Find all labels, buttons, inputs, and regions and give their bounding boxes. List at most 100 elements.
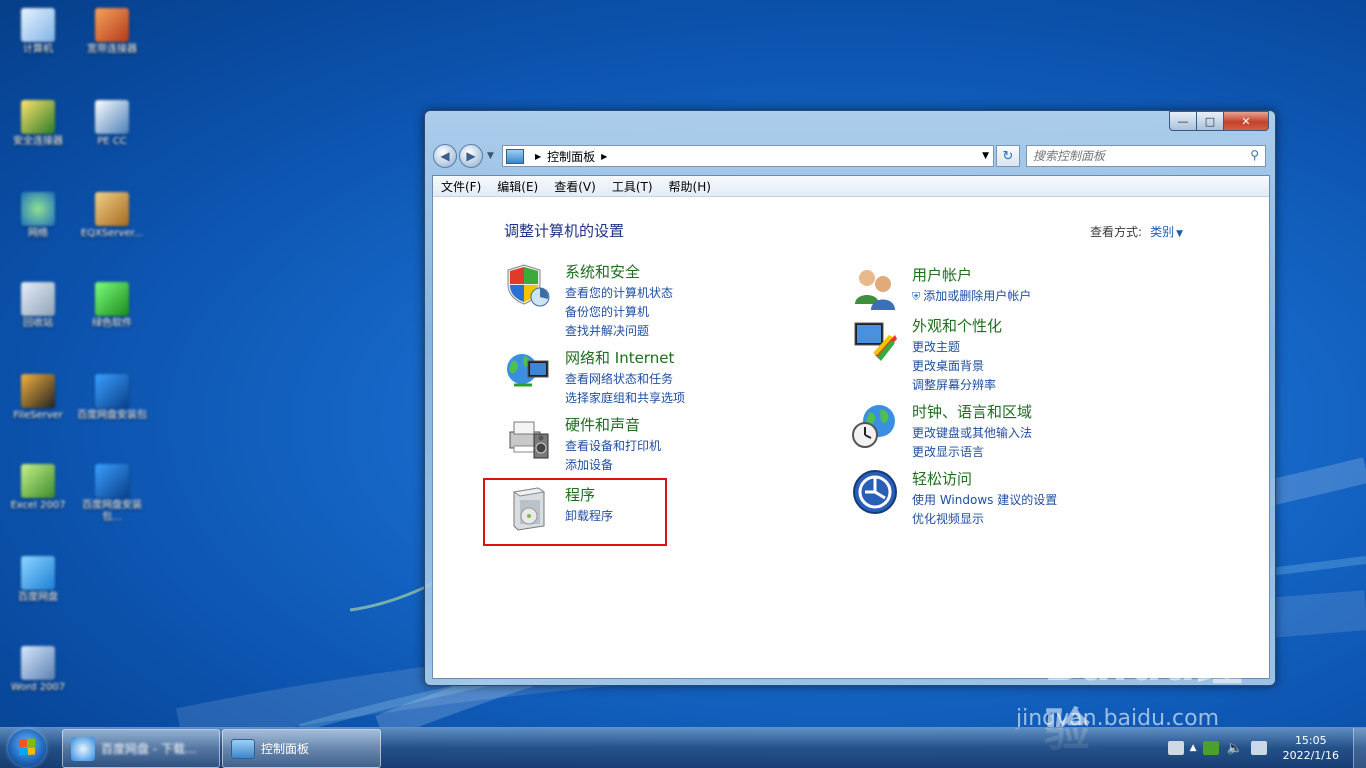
task-link[interactable]: 添加设备 — [565, 456, 661, 475]
control-panel-window: — □ ✕ ◀ ▶ ▼ ▶ 控制面板 ▶ ▼ ↻ ⚲ 文件(F) 编辑(E) 查… — [424, 110, 1276, 686]
taskbar-item-label: 控制面板 — [261, 742, 310, 756]
category-title[interactable]: 时钟、语言和区域 — [912, 401, 1032, 422]
close-button[interactable]: ✕ — [1223, 111, 1269, 131]
category-title[interactable]: 硬件和声音 — [565, 414, 640, 435]
search-box: ⚲ — [1026, 145, 1266, 167]
breadcrumb-control-panel[interactable]: 控制面板 — [547, 148, 595, 165]
taskbar-item-baidu-netdisk[interactable]: 百度网盘 - 下载... — [62, 729, 220, 768]
category-clock-language-region: 时钟、语言和区域 更改键盘或其他输入法 更改显示语言 — [851, 401, 1211, 461]
desktop-icon-app-5[interactable]: 绿色软件 — [77, 278, 147, 358]
desktop-icon-app-6[interactable]: FileServer — [3, 370, 73, 450]
nvidia-icon[interactable] — [1202, 741, 1219, 755]
desktop-icon-app-2[interactable]: 安全连接器 — [3, 96, 73, 176]
task-link[interactable]: 使用 Windows 建议的设置 — [912, 491, 1057, 510]
menu-tools[interactable]: 工具(T) — [604, 178, 661, 195]
desktop-icon-app-1[interactable]: 宽带连接器 — [77, 4, 147, 84]
category-title[interactable]: 外观和个性化 — [912, 315, 1002, 336]
taskbar: 百度网盘 - 下载... 控制面板 ▲ 🔈 15:05 2022/1/16 — [0, 727, 1366, 768]
menu-bar: 文件(F) 编辑(E) 查看(V) 工具(T) 帮助(H) — [433, 176, 1269, 197]
task-link[interactable]: 查看设备和打印机 — [565, 437, 661, 456]
breadcrumb-separator-icon[interactable]: ▶ — [601, 152, 607, 161]
desktop-icon-computer[interactable]: 计算机 — [3, 4, 73, 84]
task-link[interactable]: 更改键盘或其他输入法 — [912, 424, 1032, 443]
recent-pages-dropdown-icon[interactable]: ▼ — [487, 151, 494, 161]
task-link[interactable]: ⛨ 添加或删除用户帐户 — [912, 287, 1031, 306]
control-panel-content: 文件(F) 编辑(E) 查看(V) 工具(T) 帮助(H) 调整计算机的设置 查… — [432, 175, 1270, 679]
search-input[interactable] — [1027, 148, 1245, 164]
user-accounts-icon — [855, 270, 895, 310]
baidu-netdisk-icon — [71, 736, 95, 761]
task-link[interactable]: 查找并解决问题 — [565, 322, 673, 341]
task-link[interactable]: 选择家庭组和共享选项 — [565, 389, 685, 408]
close-icon: ✕ — [1241, 114, 1251, 128]
task-link[interactable]: 更改主题 — [912, 338, 996, 357]
ease-of-access-icon — [853, 470, 897, 514]
task-link[interactable]: 备份您的计算机 — [565, 303, 673, 322]
desktop-icon-app-11[interactable]: Word 2007 — [3, 642, 73, 722]
category-user-accounts: 用户帐户 ⛨ 添加或删除用户帐户 — [851, 264, 1211, 314]
network-status-icon[interactable] — [1250, 741, 1267, 755]
maximize-button[interactable]: □ — [1196, 111, 1223, 131]
windows-logo-icon — [19, 738, 35, 756]
window-controls: — □ ✕ — [1169, 111, 1269, 131]
page-title: 调整计算机的设置 — [504, 222, 625, 240]
menu-view[interactable]: 查看(V) — [546, 178, 604, 195]
start-button[interactable] — [8, 729, 46, 767]
appearance-monitor-icon — [854, 322, 897, 361]
task-link[interactable]: 更改桌面背景 — [912, 357, 996, 376]
task-link[interactable]: 优化视频显示 — [912, 510, 1057, 529]
category-hardware-sound: 硬件和声音 查看设备和打印机 添加设备 — [504, 414, 804, 474]
view-by: 查看方式: 类别 ▼ — [1090, 223, 1183, 240]
category-network-internet: 网络和 Internet 查看网络状态和任务 选择家庭组和共享选项 — [504, 347, 804, 407]
volume-icon[interactable]: 🔈 — [1227, 741, 1243, 756]
refresh-icon: ↻ — [1002, 148, 1014, 164]
printer-speaker-icon — [509, 421, 549, 459]
category-system-security: 系统和安全 查看您的计算机状态 备份您的计算机 查找并解决问题 — [504, 261, 804, 341]
menu-help[interactable]: 帮助(H) — [661, 178, 719, 195]
desktop-icon-app-4[interactable]: EQXServer... — [77, 188, 147, 268]
category-title[interactable]: 轻松访问 — [912, 468, 972, 489]
desktop-icon-recycle-bin[interactable]: 回收站 — [3, 278, 73, 358]
category-title[interactable]: 系统和安全 — [565, 261, 640, 282]
category-title[interactable]: 网络和 Internet — [565, 347, 674, 368]
back-arrow-icon: ◀ — [440, 149, 450, 163]
network-globe-icon — [507, 354, 549, 387]
view-by-selector[interactable]: 类别 — [1150, 225, 1174, 239]
desktop-icon-app-9[interactable]: 百度网盘安装包... — [77, 460, 147, 540]
back-button[interactable]: ◀ — [433, 144, 457, 168]
taskbar-item-control-panel[interactable]: 控制面板 — [222, 729, 381, 768]
task-link[interactable]: 查看网络状态和任务 — [565, 370, 685, 389]
task-link[interactable]: 查看您的计算机状态 — [565, 284, 673, 303]
refresh-button[interactable]: ↻ — [996, 145, 1020, 167]
menu-file[interactable]: 文件(F) — [433, 178, 489, 195]
task-link[interactable]: 调整屏幕分辨率 — [912, 376, 996, 395]
address-dropdown-icon[interactable]: ▼ — [982, 151, 989, 161]
category-title[interactable]: 用户帐户 — [912, 264, 972, 285]
forward-button[interactable]: ▶ — [459, 144, 483, 168]
forward-arrow-icon: ▶ — [466, 149, 476, 163]
breadcrumb-separator-icon[interactable]: ▶ — [535, 152, 541, 161]
desktop-icon-app-7[interactable]: 百度网盘安装包 — [77, 370, 147, 450]
desktop-icon-app-8[interactable]: Excel 2007 — [3, 460, 73, 540]
uac-shield-icon: ⛨ — [912, 290, 921, 303]
view-by-dropdown-icon[interactable]: ▼ — [1176, 229, 1183, 239]
desktop-icon-app-3[interactable]: PE CC — [77, 96, 147, 176]
maximize-icon: □ — [1204, 114, 1216, 128]
tray-expand-icon[interactable]: ▲ — [1190, 743, 1197, 753]
address-bar[interactable]: ▶ 控制面板 ▶ ▼ — [502, 145, 994, 167]
category-appearance: 外观和个性化 更改主题 更改桌面背景 调整屏幕分辨率 — [851, 315, 1211, 395]
task-link[interactable]: 更改显示语言 — [912, 443, 1032, 462]
desktop-icon-app-10[interactable]: 百度网盘 — [3, 552, 73, 632]
keyboard-icon[interactable] — [1167, 741, 1184, 755]
control-panel-icon — [506, 148, 524, 164]
minimize-button[interactable]: — — [1169, 111, 1196, 131]
search-icon[interactable]: ⚲ — [1250, 148, 1259, 162]
desktop-icon-network[interactable]: 网络 — [3, 188, 73, 268]
control-panel-icon — [231, 738, 255, 759]
clock-globe-icon — [852, 405, 895, 448]
show-desktop-button[interactable] — [1353, 728, 1366, 768]
menu-edit[interactable]: 编辑(E) — [489, 178, 546, 195]
minimize-icon: — — [1177, 114, 1189, 128]
taskbar-clock[interactable]: 15:05 2022/1/16 — [1283, 733, 1339, 763]
view-by-label: 查看方式: — [1090, 225, 1143, 239]
